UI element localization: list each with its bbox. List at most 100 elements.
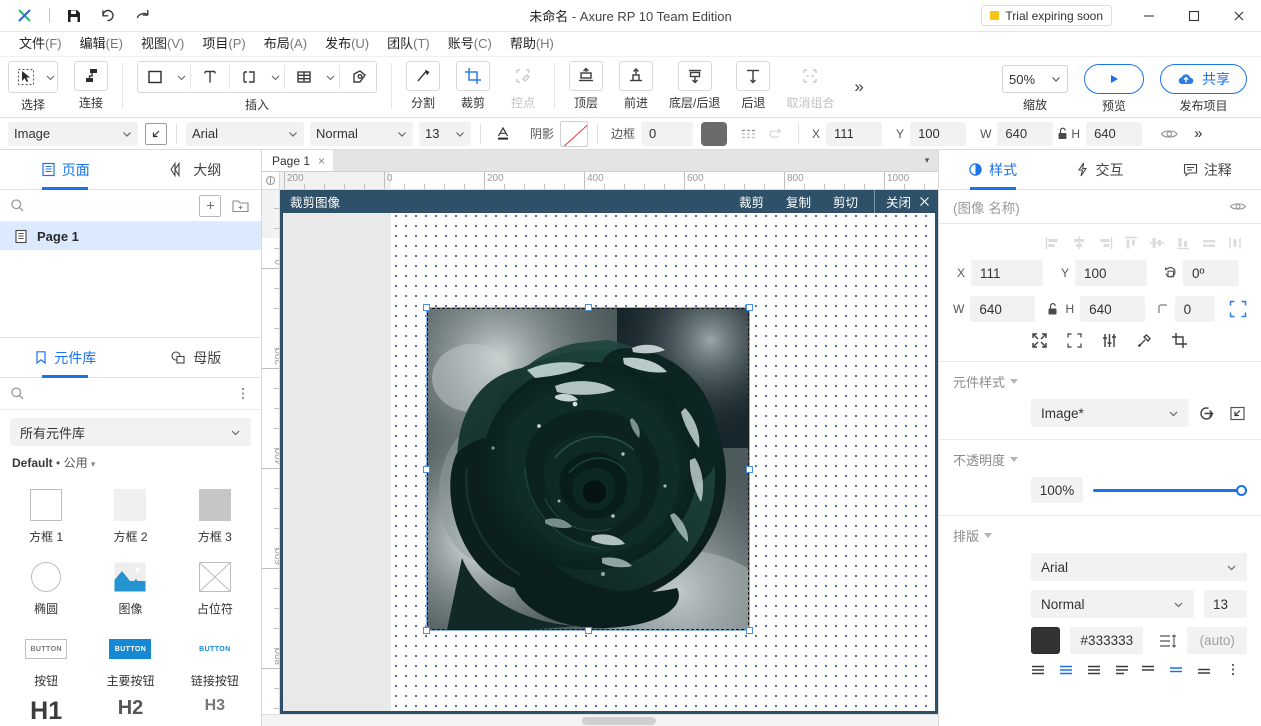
menu-item-layout[interactable]: 布局(A) (255, 33, 316, 55)
eyedropper-icon[interactable] (1136, 332, 1153, 349)
insert-text-icon[interactable] (193, 62, 227, 92)
widget-style-select[interactable]: Image* (1031, 399, 1189, 427)
chevron-down-icon[interactable] (323, 62, 337, 92)
font-weight-select[interactable]: Normal (1031, 590, 1194, 618)
bring-to-front-button[interactable] (569, 61, 603, 91)
ribbon-overflow-button[interactable]: » (842, 57, 875, 117)
resize-handle-w[interactable] (423, 466, 430, 473)
pick-style-icon[interactable] (1228, 404, 1247, 423)
resize-handle-ne[interactable] (746, 304, 753, 311)
ruler-origin-icon[interactable] (262, 172, 280, 190)
text-color-icon[interactable] (490, 122, 516, 146)
menu-item-view[interactable]: 视图(V) (132, 33, 193, 55)
text-align-justify-icon[interactable] (1115, 664, 1131, 676)
font-size-input[interactable]: 13 (1204, 590, 1247, 618)
menu-item-team[interactable]: 团队(T) (378, 33, 439, 55)
vertical-ruler[interactable]: 0200400600800 (262, 190, 280, 714)
property-overflow-button[interactable]: » (1182, 125, 1214, 142)
widget-h1[interactable]: H1 (4, 697, 88, 726)
lock-aspect-icon[interactable] (1053, 122, 1071, 146)
menu-item-account[interactable]: 账号(C) (439, 33, 501, 55)
widget-primary-button[interactable]: BUTTON 主要按钮 (88, 625, 172, 697)
rotation-input[interactable]: 0º (1183, 260, 1239, 286)
close-icon[interactable]: × (318, 154, 325, 168)
insert-pen-icon[interactable] (342, 62, 376, 92)
crop-frame-icon[interactable] (1066, 332, 1083, 349)
insert-box-icon[interactable] (138, 62, 172, 92)
pick-style-icon[interactable] (145, 122, 167, 145)
tab-interaction[interactable]: 交互 (1046, 150, 1153, 189)
w-input[interactable]: 640 (997, 121, 1054, 146)
border-color-swatch[interactable] (701, 121, 728, 146)
corner-radius-input[interactable]: 0 (1174, 296, 1215, 322)
chevron-down-icon[interactable] (43, 62, 57, 92)
tab-pages[interactable]: 页面 (0, 150, 131, 189)
font-color-input[interactable]: #333333 (1070, 627, 1144, 654)
text-align-center-icon[interactable] (1059, 664, 1075, 676)
lock-open-icon[interactable] (1047, 302, 1058, 316)
menu-item-file[interactable]: 文件(F) (10, 33, 71, 55)
apply-style-icon[interactable] (1199, 404, 1218, 423)
widget-image[interactable]: 图像 (88, 553, 172, 625)
minimize-icon[interactable] (1126, 0, 1171, 32)
opacity-slider[interactable] (1093, 482, 1247, 498)
preview-button[interactable] (1084, 64, 1144, 94)
widget-button[interactable]: BUTTON 按钮 (4, 625, 88, 697)
search-icon[interactable] (10, 198, 25, 213)
text-align-left-icon[interactable] (1031, 664, 1047, 676)
chevron-down-icon[interactable] (174, 62, 188, 92)
resize-handle-s[interactable] (585, 627, 592, 634)
opacity-input[interactable]: 100% (1031, 477, 1083, 503)
connect-tool-button[interactable] (74, 61, 108, 91)
h-input[interactable]: 640 (1086, 121, 1143, 146)
maximize-icon[interactable] (1171, 0, 1216, 32)
tab-style[interactable]: 样式 (939, 150, 1046, 189)
tab-notes[interactable]: 注释 (1154, 150, 1261, 189)
zoom-select[interactable]: 50% (1002, 65, 1068, 93)
typography-label[interactable]: 排版 (953, 526, 1247, 545)
chevron-down-icon[interactable]: ▾ (916, 150, 938, 171)
redo-icon[interactable] (127, 3, 157, 29)
widget-ellipse[interactable]: 椭圆 (4, 553, 88, 625)
widget-placeholder[interactable]: 占位符 (173, 553, 257, 625)
select-tool-button[interactable] (8, 61, 58, 93)
page-tab-page1[interactable]: Page 1 × (262, 150, 334, 171)
font-family-select[interactable]: Arial (1031, 553, 1247, 581)
save-icon[interactable] (59, 3, 89, 29)
resize-handle-sw[interactable] (423, 627, 430, 634)
crop-close-button[interactable]: 关闭 (875, 192, 938, 211)
x-input[interactable]: 111 (971, 260, 1043, 286)
copy-action-button[interactable]: 复制 (775, 192, 822, 211)
adjust-icon[interactable] (1101, 332, 1118, 349)
trial-badge[interactable]: Trial expiring soon (981, 5, 1112, 26)
corner-all-icon[interactable] (1229, 300, 1247, 318)
canvas-horizontal-scrollbar[interactable] (262, 714, 938, 726)
eye-icon[interactable] (1156, 122, 1182, 146)
library-select[interactable]: 所有元件库 (10, 418, 251, 446)
y-input[interactable]: 100 (910, 121, 967, 146)
widget-type-select[interactable]: Image (8, 121, 138, 146)
library-group-row[interactable]: Default • 公用 ▾ (0, 450, 261, 477)
undo-icon[interactable] (93, 3, 123, 29)
widget-link-button[interactable]: BUTTON 链接按钮 (173, 625, 257, 697)
menu-item-edit[interactable]: 编辑(E) (71, 33, 132, 55)
crop-action-button[interactable]: 裁剪 (728, 192, 775, 211)
resize-handle-e[interactable] (746, 466, 753, 473)
widget-style-label[interactable]: 元件样式 (953, 372, 1247, 391)
font-size-select[interactable]: 13 (419, 121, 471, 146)
line-height-input[interactable]: (auto) (1187, 627, 1247, 654)
resize-handle-se[interactable] (746, 627, 753, 634)
widget-box1[interactable]: 方框 1 (4, 481, 88, 553)
x-input[interactable]: 111 (826, 121, 883, 146)
widget-box3[interactable]: 方框 3 (173, 481, 257, 553)
share-button[interactable]: 共享 (1160, 64, 1247, 94)
h-input[interactable]: 640 (1080, 296, 1145, 322)
insert-table-icon[interactable] (287, 62, 321, 92)
crop-icon[interactable] (1171, 332, 1188, 349)
cut-action-button[interactable]: 剪切 (822, 192, 869, 211)
add-folder-icon[interactable] (229, 195, 251, 217)
border-style-icon[interactable] (737, 122, 763, 146)
bring-forward-button[interactable] (619, 61, 653, 91)
widget-name-input[interactable]: (图像 名称) (953, 197, 1229, 217)
menu-item-publish[interactable]: 发布(U) (316, 33, 378, 55)
